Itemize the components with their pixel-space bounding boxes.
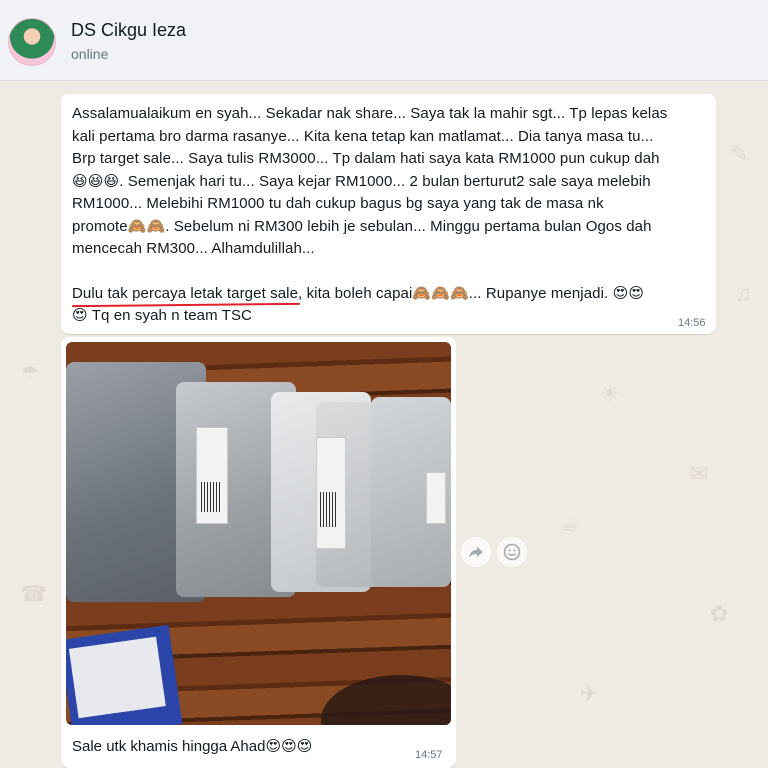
message-line: RM1000... Melebihi RM1000 tu dah cukup b…: [72, 195, 604, 212]
shipping-label: [426, 472, 446, 524]
doodle-icon: ♫: [735, 281, 752, 306]
book: [66, 624, 183, 725]
doodle-icon: ✉: [690, 461, 709, 486]
message-line: Dulu tak percaya letak target sale, kita…: [71, 283, 708, 307]
barcode: [201, 482, 221, 512]
emoji-heart-eyes: 😍😍😍: [265, 738, 313, 755]
contact-status: online: [71, 46, 109, 62]
message-line: 😍 Tq en syah n team TSC: [72, 305, 708, 328]
barcode: [320, 492, 338, 527]
message-photo[interactable]: [66, 342, 451, 725]
avatar[interactable]: [8, 18, 56, 66]
message-text: Assalamualaikum en syah... Sekadar nak s…: [71, 103, 708, 328]
doodle-icon: ☀: [600, 381, 620, 406]
message-segment: , kita boleh capai: [298, 284, 413, 302]
message-time: 14:57: [415, 749, 443, 761]
emoji-heart-eyes: 😍: [72, 307, 88, 324]
emoji-monkey: 🙈🙈: [127, 217, 166, 235]
doodle-icon: ☎: [20, 581, 48, 606]
message-segment: promote: [72, 217, 128, 235]
emoji-react-icon: [503, 543, 521, 561]
message-line: mencecah RM300... Alhamdulillah...: [72, 240, 315, 257]
message-line: kali pertama bro darma rasanye... Kita k…: [72, 127, 654, 145]
message-line: promote🙈🙈. Sebelum ni RM300 lebih je seb…: [72, 216, 708, 239]
doodle-icon: ✈: [580, 681, 599, 706]
forward-icon: [469, 547, 483, 558]
underlined-phrase: Dulu tak percaya letak target sale: [71, 284, 301, 307]
doodle-icon: ✿: [710, 601, 729, 626]
emoji-react-button[interactable]: [497, 537, 527, 567]
message-line: Assalamualaikum en syah... Sekadar nak s…: [72, 105, 668, 122]
doodle-icon: ✎: [730, 141, 749, 166]
contact-name[interactable]: DS Cikgu Ieza: [71, 20, 186, 41]
message-line: Brp target sale... Saya tulis RM3000... …: [72, 150, 660, 167]
emoji-monkey: 🙈🙈🙈: [412, 284, 469, 302]
chat-header[interactable]: DS Cikgu Ieza online: [0, 0, 768, 81]
message-segment: . Sebelum ni RM300 lebih je sebulan... M…: [165, 217, 652, 235]
emoji-heart-eyes: 😍😍: [612, 284, 645, 302]
message-time: 14:56: [678, 317, 706, 329]
message-segment: . Semenjak hari tu... Saya kejar RM1000.…: [119, 172, 651, 190]
shadow: [321, 675, 451, 725]
message-line: 😆😆😆. Semenjak hari tu... Saya kejar RM10…: [72, 171, 708, 194]
forward-button[interactable]: [461, 537, 491, 567]
doodle-icon: ☂: [20, 361, 40, 386]
emoji-laugh: 😆😆😆: [72, 172, 120, 190]
photo-caption: Sale utk khamis hingga Ahad😍😍😍: [72, 737, 312, 755]
message-segment: ... Rupanye menjadi.: [468, 284, 613, 302]
message-segment: Tq en syah n team TSC: [87, 307, 252, 324]
underlined-text: Dulu tak percaya letak target sale: [72, 284, 299, 302]
caption-text: Sale utk khamis hingga Ahad: [72, 738, 266, 755]
doodle-icon: ☕: [560, 511, 580, 536]
